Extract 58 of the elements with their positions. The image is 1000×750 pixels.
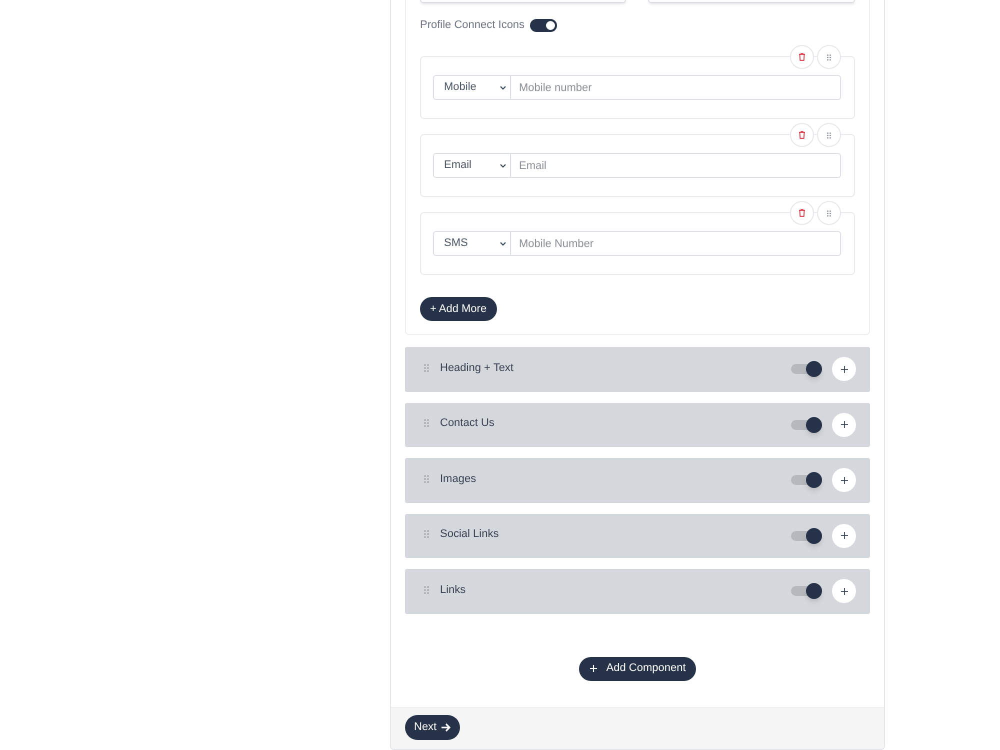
component-label: Contact Us	[440, 416, 496, 431]
toggle-switch[interactable]	[791, 361, 822, 378]
plus-icon	[840, 532, 848, 540]
toggle-switch[interactable]	[530, 18, 557, 32]
button-label: Add Component	[606, 661, 686, 676]
toggle-label: Profile Connect Icons	[420, 18, 525, 32]
delete-button[interactable]	[790, 201, 814, 225]
grip-icon[interactable]	[424, 530, 429, 538]
select-value: Mobile	[444, 80, 476, 96]
grip-icon[interactable]	[424, 474, 429, 483]
type-select[interactable]: Email	[433, 153, 511, 178]
next-button[interactable]: Next	[405, 715, 460, 740]
trash-icon	[799, 53, 805, 61]
plus-icon	[840, 588, 848, 595]
input-field[interactable]: Mobile number	[511, 75, 841, 100]
grip-icon	[827, 210, 831, 216]
add-button[interactable]	[832, 468, 856, 492]
plus-icon	[840, 476, 848, 484]
drag-handle-button[interactable]	[817, 201, 841, 225]
button-label: Next	[414, 720, 437, 736]
plus-icon	[590, 665, 598, 672]
grip-icon	[827, 54, 831, 60]
component-label: Images	[440, 472, 478, 486]
input-field[interactable]: Mobile Number	[511, 231, 841, 256]
input-field[interactable]: Email	[511, 153, 841, 178]
type-select[interactable]: Mobile	[433, 75, 511, 100]
grip-icon	[827, 132, 831, 138]
component-label: Heading + Text	[440, 360, 514, 376]
add-component-button[interactable]: Add Component	[579, 656, 696, 680]
toggle-switch[interactable]	[791, 472, 822, 488]
toggle-switch[interactable]	[791, 416, 822, 433]
drag-handle-button[interactable]	[817, 45, 841, 69]
chevron-down-icon	[500, 242, 506, 246]
chevron-down-icon	[500, 164, 506, 168]
toggle-switch[interactable]	[791, 528, 822, 544]
plus-icon	[840, 366, 848, 373]
add-button[interactable]	[832, 524, 856, 548]
component-label: Social Links	[440, 527, 500, 542]
grip-icon[interactable]	[424, 419, 429, 428]
type-select[interactable]: SMS	[433, 231, 511, 256]
select-value: SMS	[444, 236, 468, 252]
grip-icon[interactable]	[424, 364, 429, 372]
add-button[interactable]	[832, 357, 856, 382]
chevron-down-icon	[500, 86, 506, 90]
add-button[interactable]	[832, 412, 856, 437]
trash-icon	[799, 209, 805, 217]
delete-button[interactable]	[790, 45, 814, 69]
arrow-right-icon	[440, 723, 451, 732]
select-value: Email	[444, 158, 472, 174]
plus-icon	[840, 421, 848, 428]
drag-handle-button[interactable]	[817, 123, 841, 147]
component-label: Links	[440, 582, 467, 598]
toggle-switch[interactable]	[791, 583, 822, 600]
delete-button[interactable]	[790, 123, 814, 147]
grip-icon[interactable]	[424, 586, 429, 594]
trash-icon	[799, 131, 805, 139]
add-button[interactable]	[832, 579, 856, 604]
add-more-button[interactable]: + Add More	[420, 297, 497, 321]
